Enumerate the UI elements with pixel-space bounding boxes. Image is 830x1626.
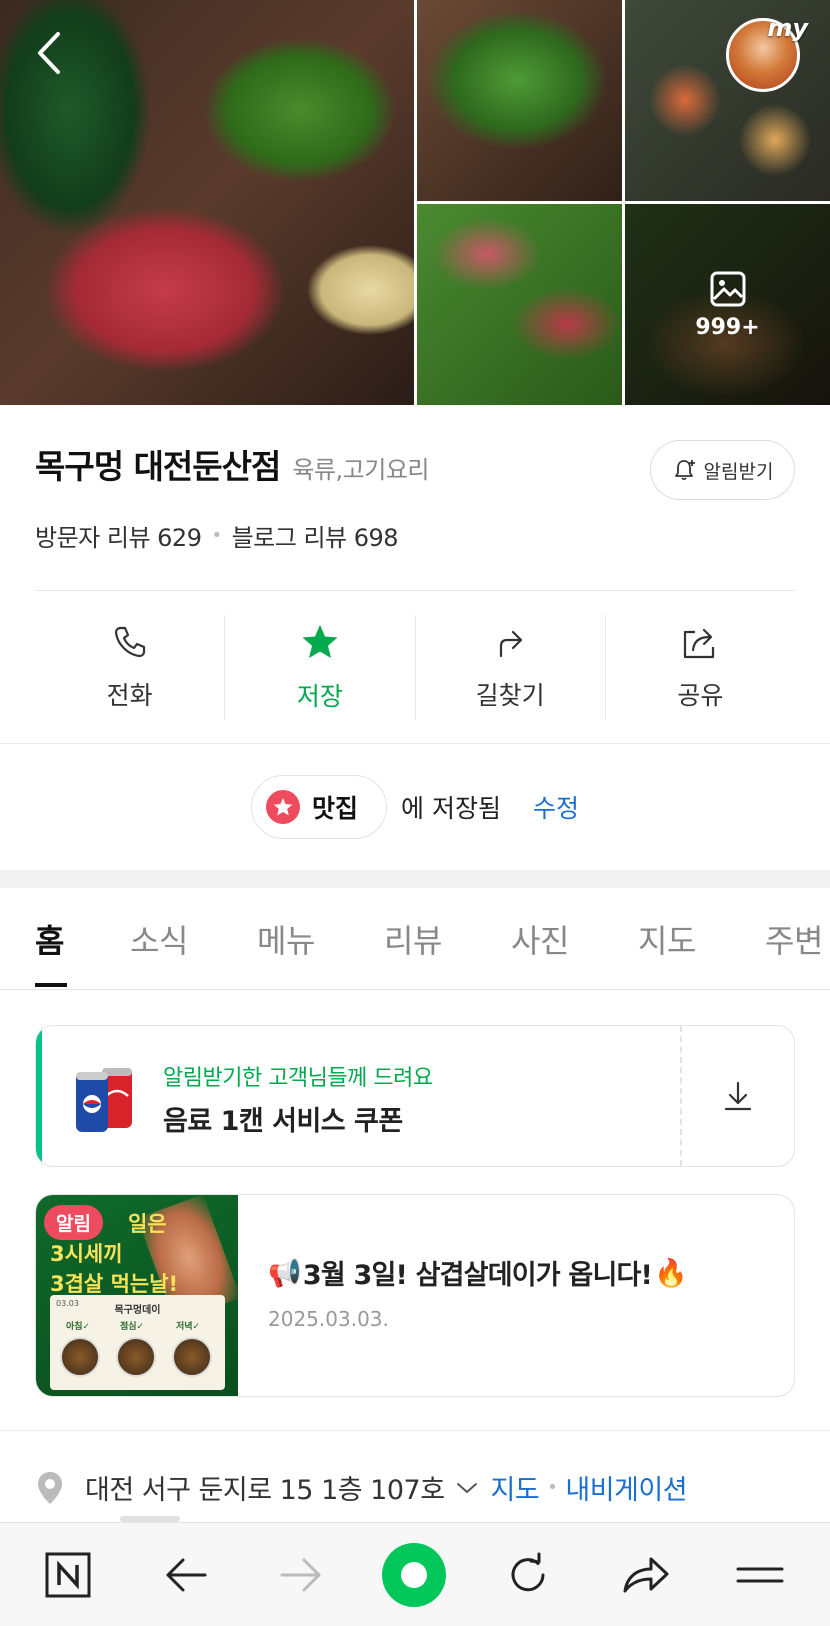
- news-title-text: 3월 3일! 삼겹살데이가 옵니다!: [302, 1260, 653, 1291]
- coupon-subtitle: 알림받기한 고객님들께 드려요: [163, 1066, 433, 1091]
- chevron-left-icon: [38, 32, 60, 74]
- board-label: 아침✓: [66, 1322, 91, 1332]
- separator-dot: •: [547, 1477, 558, 1498]
- share-page-button[interactable]: [618, 1547, 674, 1603]
- refresh-icon: [511, 1552, 545, 1592]
- megaphone-icon: 📢: [268, 1257, 302, 1289]
- share-arrow-icon: [623, 1557, 669, 1593]
- plate-image: [60, 1337, 100, 1377]
- coupon-accent: [36, 1026, 42, 1166]
- back-button[interactable]: [30, 28, 70, 78]
- place-title-row: 목구멍 대전둔산점 육류,고기요리: [35, 440, 429, 488]
- call-label: 전화: [106, 680, 153, 710]
- tab-map[interactable]: 지도: [638, 916, 696, 962]
- hamburger-menu-icon: [736, 1567, 784, 1583]
- photo-gallery: 999+ my: [0, 0, 830, 405]
- arrow-left-icon: [166, 1558, 207, 1592]
- chevron-down-icon[interactable]: [455, 1480, 479, 1496]
- download-icon: [724, 1081, 751, 1111]
- coupon-title: 음료 1캔 서비스 쿠폰: [163, 1106, 403, 1137]
- forward-nav-button[interactable]: [273, 1547, 329, 1603]
- browser-toolbar: [0, 1522, 830, 1626]
- phone-icon: [114, 626, 145, 657]
- more-photos-overlay: 999+: [625, 204, 830, 405]
- star-icon: [302, 624, 338, 658]
- image-icon: [710, 271, 745, 307]
- review-counts: 방문자 리뷰 629 • 블로그 리뷰 698: [35, 518, 399, 553]
- tab-bar: 홈 소식 메뉴 리뷰 사진 지도 주변: [0, 888, 830, 990]
- board-label: 점심✓: [120, 1322, 145, 1332]
- news-title: 📢 3월 3일! 삼겹살데이가 옵니다! 🔥: [268, 1253, 688, 1292]
- board-title: 목구멍데이: [114, 1305, 161, 1316]
- thumb-line-2: 3시세끼: [50, 1242, 123, 1266]
- saved-list-name: 맛집: [312, 794, 359, 823]
- tab-reviews[interactable]: 리뷰: [384, 916, 442, 962]
- soda-cans-icon: [76, 1068, 132, 1132]
- place-name: 목구멍 대전둔산점: [35, 447, 281, 486]
- tab-photos[interactable]: 사진: [511, 916, 569, 962]
- blog-reviews-link[interactable]: 블로그 리뷰 698: [232, 518, 399, 553]
- gallery-photo-more[interactable]: 999+: [625, 204, 830, 405]
- tab-home[interactable]: 홈: [35, 916, 64, 962]
- star-badge-icon: [266, 790, 300, 824]
- visitor-reviews-link[interactable]: 방문자 리뷰 629: [35, 518, 202, 553]
- place-detail-page: 999+ my 목구멍 대전둔산점 육류,고기요리 알림받기 방문자 리뷰 62…: [0, 0, 830, 1626]
- green-dot-icon: [382, 1543, 446, 1607]
- map-link[interactable]: 지도: [491, 1468, 540, 1507]
- call-button[interactable]: 전화: [35, 615, 226, 720]
- edit-saved-link[interactable]: 수정: [533, 789, 579, 825]
- place-category: 육류,고기요리: [292, 456, 429, 484]
- gallery-photo[interactable]: [417, 204, 622, 405]
- gallery-photo[interactable]: [417, 0, 622, 201]
- refresh-button[interactable]: [500, 1547, 556, 1603]
- divider: [35, 590, 795, 591]
- action-bar: 전화 저장 길찾기 공유: [35, 615, 795, 720]
- tab-menu[interactable]: 메뉴: [257, 916, 315, 962]
- saved-text: 에 저장됨: [401, 794, 501, 823]
- save-label: 저장: [296, 681, 343, 711]
- coupon-download-button[interactable]: [681, 1026, 794, 1166]
- news-card[interactable]: 일은 3시세끼 3겹살 먹는날! 03.03 목구멍데이 아침✓ 점심✓ 저녁✓…: [35, 1194, 795, 1397]
- my-tag: my: [767, 14, 808, 42]
- clipped-content: [120, 1508, 200, 1522]
- arrow-right-icon: [280, 1558, 321, 1592]
- directions-label: 길찾기: [475, 680, 545, 710]
- saved-status-row: 맛집 에 저장됨 수정: [0, 775, 830, 839]
- active-tab-indicator: [35, 983, 67, 987]
- address-row: 대전 서구 둔지로 15 1층 107호 지도 • 내비게이션: [35, 1468, 810, 1507]
- share-icon: [684, 628, 715, 658]
- address-text[interactable]: 대전 서구 둔지로 15 1층 107호: [85, 1468, 445, 1507]
- green-dot-button[interactable]: [382, 1543, 446, 1607]
- share-label: 공유: [677, 680, 724, 710]
- notify-label: 알림받기: [703, 460, 774, 483]
- news-date: 2025.03.03.: [268, 1307, 389, 1331]
- plate-image: [116, 1337, 156, 1377]
- board-label: 저녁✓: [176, 1322, 201, 1332]
- divider: [0, 1430, 830, 1431]
- plate-image: [172, 1337, 212, 1377]
- share-button[interactable]: 공유: [606, 615, 795, 720]
- separator-dot: •: [211, 525, 222, 546]
- saved-list-chip[interactable]: 맛집: [251, 775, 388, 839]
- naver-n-icon: [45, 1552, 91, 1598]
- navigation-link[interactable]: 내비게이션: [565, 1468, 687, 1507]
- menu-button[interactable]: [732, 1547, 788, 1603]
- location-pin-icon: [38, 1471, 62, 1504]
- meal-board: 03.03 목구멍데이 아침✓ 점심✓ 저녁✓: [50, 1295, 225, 1390]
- divider: [0, 743, 830, 744]
- fire-icon: 🔥: [654, 1257, 688, 1289]
- bell-plus-icon: [674, 460, 695, 481]
- directions-button[interactable]: 길찾기: [416, 615, 606, 720]
- tab-nearby[interactable]: 주변: [765, 916, 823, 962]
- more-photos-count: 999+: [695, 315, 760, 340]
- coupon-card[interactable]: 알림받기한 고객님들께 드려요 음료 1캔 서비스 쿠폰: [35, 1025, 795, 1167]
- notify-button[interactable]: 알림받기: [650, 440, 795, 500]
- save-button[interactable]: 저장: [225, 615, 416, 720]
- tab-news[interactable]: 소식: [130, 916, 188, 962]
- alarm-badge: 알림: [44, 1205, 103, 1240]
- naver-home-button[interactable]: [40, 1547, 96, 1603]
- back-nav-button[interactable]: [158, 1547, 214, 1603]
- directions-icon: [500, 630, 523, 657]
- section-gap: [0, 870, 830, 888]
